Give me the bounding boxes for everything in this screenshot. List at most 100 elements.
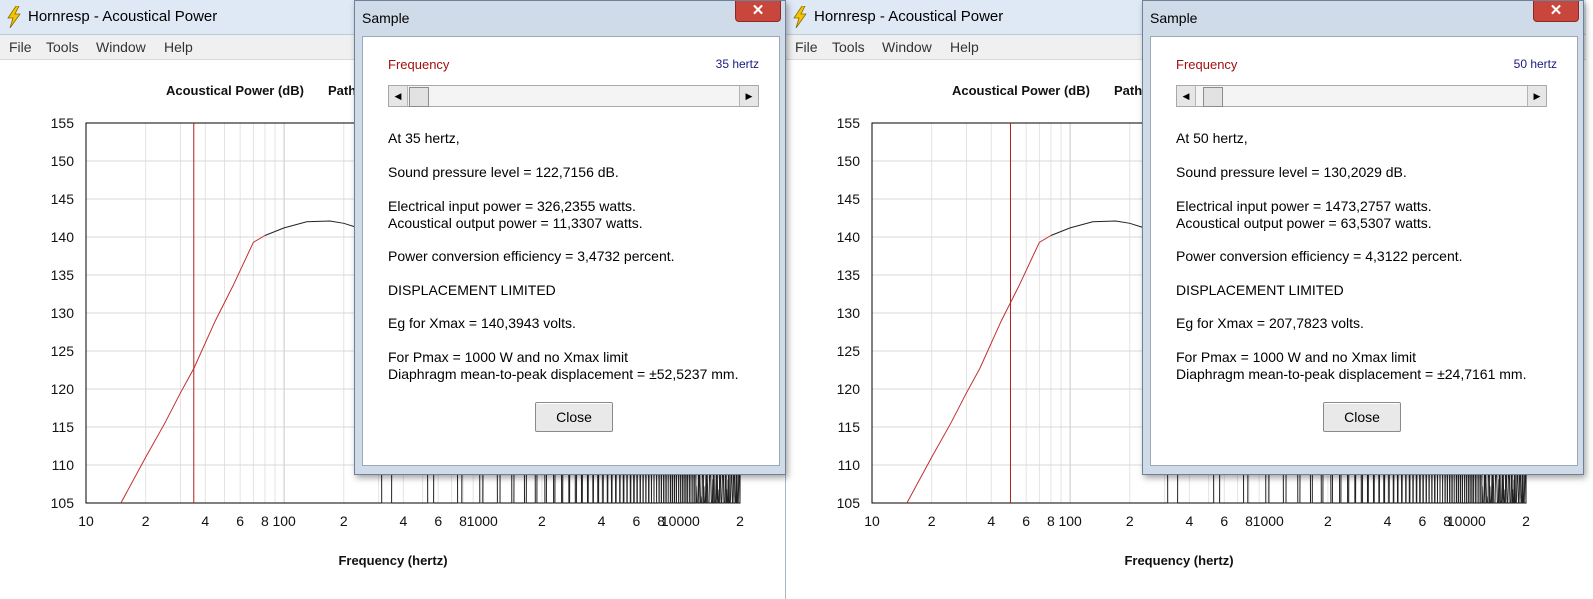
x-tick-label: 1000 (1253, 513, 1284, 529)
x-tick-labels: 10 2 4 6 8 100 2 4 6 8 1000 2 4 6 810000 2 (864, 513, 1530, 529)
x-tick-label: 6 (1419, 513, 1427, 529)
power-curve-rise (906, 235, 1052, 504)
menu-tools[interactable]: Tools (832, 39, 865, 55)
sample-dialog-left: Sample ✕ Frequency 35 hertz ◀ ▶ At 35 he… (354, 0, 786, 475)
x-tick-label: 6 (434, 513, 442, 529)
y-tick-label: 120 (51, 381, 75, 397)
x-tick-label: 2 (1126, 513, 1134, 529)
close-window-button[interactable]: ✕ (735, 1, 781, 22)
info-spl: Sound pressure level = 122,7156 dB. (388, 164, 619, 180)
info-electrical-power: Electrical input power = 1473,2757 watts… (1176, 198, 1432, 214)
slider-thumb[interactable] (408, 87, 429, 107)
x-tick-labels: 10 2 4 6 8 100 2 4 6 8 1000 2 4 6 810000 2 (78, 513, 744, 529)
y-tick-label: 110 (838, 457, 861, 473)
y-tick-label: 115 (838, 419, 861, 435)
frequency-slider[interactable]: ◀ ▶ (1176, 85, 1547, 107)
y-tick-label: 110 (52, 457, 75, 473)
x-tick-label: 2 (928, 513, 936, 529)
x-axis-label: Frequency (hertz) (338, 553, 447, 568)
chart-title-cut: Path (1114, 83, 1142, 98)
x-tick-label: 4 (598, 513, 606, 529)
info-limit-status: DISPLACEMENT LIMITED (388, 282, 556, 298)
chart-title: Acoustical Power (dB) (952, 83, 1090, 98)
y-tick-label: 150 (837, 153, 861, 169)
close-button[interactable]: Close (1323, 402, 1401, 432)
y-tick-label: 135 (51, 267, 75, 283)
menu-window[interactable]: Window (96, 39, 146, 55)
info-limit-status: DISPLACEMENT LIMITED (1176, 282, 1344, 298)
lightning-bolt-icon (7, 6, 21, 28)
y-tick-label: 145 (837, 191, 861, 207)
y-tick-label: 105 (51, 495, 75, 511)
y-tick-label: 105 (837, 495, 861, 511)
dialog-content: Frequency 50 hertz ◀ ▶ At 50 hertz, Soun… (1150, 36, 1578, 466)
info-displacement: Diaphragm mean-to-peak displacement = ±5… (388, 366, 739, 382)
info-displacement: Diaphragm mean-to-peak displacement = ±2… (1176, 366, 1527, 382)
x-tick-label: 8 (1047, 513, 1055, 529)
x-tick-label: 10000 (1447, 513, 1486, 529)
window-title: Hornresp - Acoustical Power (28, 8, 218, 25)
scroll-left-arrow-icon[interactable]: ◀ (1177, 86, 1196, 106)
x-tick-label: 6 (236, 513, 244, 529)
lightning-bolt-icon (793, 6, 807, 28)
sample-dialog-right: Sample ✕ Frequency 50 hertz ◀ ▶ At 50 he… (1142, 0, 1584, 475)
x-tick-label: 2 (340, 513, 348, 529)
y-tick-label: 125 (837, 343, 861, 359)
y-tick-label: 135 (837, 267, 861, 283)
x-tick-label: 100 (1058, 513, 1082, 529)
frequency-label: Frequency (1176, 57, 1238, 72)
info-acoustical-power: Acoustical output power = 11,3307 watts. (388, 215, 643, 231)
y-tick-labels: 155 150 145 140 135 130 125 120 115 110 105 (51, 115, 75, 511)
y-tick-label: 140 (51, 229, 75, 245)
menu-file[interactable]: File (9, 39, 32, 55)
y-tick-label: 155 (51, 115, 75, 131)
close-button[interactable]: Close (535, 402, 613, 432)
menu-help[interactable]: Help (164, 39, 193, 55)
y-tick-labels: 155 150 145 140 135 130 125 120 115 110 105 (837, 115, 861, 511)
x-tick-label: 2 (1324, 513, 1332, 529)
frequency-slider[interactable]: ◀ ▶ (388, 85, 759, 107)
x-tick-label: 2 (538, 513, 546, 529)
chart-title: Acoustical Power (dB) (166, 83, 304, 98)
menu-tools[interactable]: Tools (46, 39, 79, 55)
window-title: Hornresp - Acoustical Power (814, 8, 1004, 25)
menu-window[interactable]: Window (882, 39, 932, 55)
x-tick-label: 6 (1220, 513, 1228, 529)
x-tick-label: 10 (78, 513, 94, 529)
info-pmax: For Pmax = 1000 W and no Xmax limit (1176, 349, 1417, 365)
slider-thumb[interactable] (1202, 87, 1223, 107)
y-tick-label: 125 (51, 343, 75, 359)
info-acoustical-power: Acoustical output power = 63,5307 watts. (1176, 215, 1432, 231)
x-tick-label: 4 (201, 513, 209, 529)
scroll-right-arrow-icon[interactable]: ▶ (1527, 86, 1546, 106)
info-spl: Sound pressure level = 130,2029 dB. (1176, 164, 1407, 180)
scroll-left-arrow-icon[interactable]: ◀ (389, 86, 408, 106)
x-tick-label: 4 (400, 513, 408, 529)
x-tick-label: 4 (1186, 513, 1194, 529)
x-tick-label: 8 (261, 513, 269, 529)
info-efficiency: Power conversion efficiency = 4,3122 per… (1176, 248, 1463, 264)
info-eg-xmax: Eg for Xmax = 207,7823 volts. (1176, 315, 1364, 331)
y-tick-label: 120 (837, 381, 861, 397)
info-pmax: For Pmax = 1000 W and no Xmax limit (388, 349, 629, 365)
power-curve-rise (120, 235, 266, 504)
x-tick-label: 2 (142, 513, 150, 529)
info-heading: At 35 hertz, (388, 130, 460, 146)
y-tick-label: 145 (51, 191, 75, 207)
frequency-value: 35 hertz (715, 57, 759, 71)
scroll-right-arrow-icon[interactable]: ▶ (739, 86, 758, 106)
x-tick-label: 6 (1022, 513, 1030, 529)
x-tick-label: 4 (1384, 513, 1392, 529)
dialog-title: Sample (1150, 10, 1198, 26)
y-tick-label: 115 (52, 419, 75, 435)
y-tick-label: 155 (837, 115, 861, 131)
menu-help[interactable]: Help (950, 39, 979, 55)
dialog-content: Frequency 35 hertz ◀ ▶ At 35 hertz, Soun… (362, 36, 780, 466)
x-tick-label: 2 (1522, 513, 1530, 529)
frequency-value: 50 hertz (1513, 57, 1557, 71)
menu-file[interactable]: File (795, 39, 818, 55)
info-electrical-power: Electrical input power = 326,2355 watts. (388, 198, 636, 214)
x-tick-label: 6 (633, 513, 641, 529)
close-window-button[interactable]: ✕ (1533, 1, 1579, 22)
info-efficiency: Power conversion efficiency = 3,4732 per… (388, 248, 675, 264)
